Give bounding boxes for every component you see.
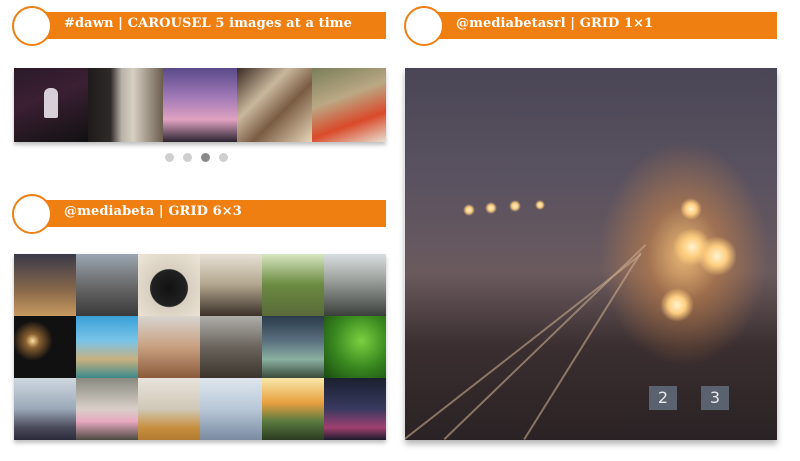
grid-image[interactable] <box>76 254 138 316</box>
lamp-light <box>680 198 702 220</box>
grid1-title: @mediabetasrl | GRID 1×1 <box>456 16 654 31</box>
grid-image[interactable] <box>262 254 324 316</box>
avatar[interactable] <box>404 6 444 46</box>
grid1-image[interactable]: 2 3 <box>405 68 777 440</box>
lamp-light <box>509 200 521 212</box>
grid-image[interactable] <box>138 378 200 440</box>
lamp-light <box>697 236 737 276</box>
grid-image[interactable] <box>14 378 76 440</box>
platform-sign: 2 <box>649 386 677 410</box>
carousel-image[interactable] <box>237 68 312 142</box>
grid-image[interactable] <box>262 378 324 440</box>
lamp-light <box>535 200 545 210</box>
grid-image[interactable] <box>200 254 262 316</box>
carousel-dot-2[interactable] <box>183 153 192 162</box>
carousel-image[interactable] <box>312 68 386 142</box>
grid6-gallery <box>14 254 386 440</box>
carousel-image[interactable] <box>14 68 88 142</box>
grid6-title: @mediabeta | GRID 6×3 <box>64 204 242 219</box>
carousel-dot-3[interactable] <box>201 153 210 162</box>
carousel-dot-1[interactable] <box>165 153 174 162</box>
carousel-title: #dawn | CAROUSEL 5 images at a time <box>64 16 352 31</box>
carousel-widget-header: #dawn | CAROUSEL 5 images at a time <box>12 0 386 48</box>
lamp-light <box>485 202 497 214</box>
grid6-widget-header: @mediabeta | GRID 6×3 <box>12 188 386 236</box>
grid-image[interactable] <box>14 254 76 316</box>
grid-image[interactable] <box>14 316 76 378</box>
carousel-image[interactable] <box>163 68 237 142</box>
grid-image[interactable] <box>76 316 138 378</box>
grid-image[interactable] <box>138 254 200 316</box>
grid-image[interactable] <box>324 378 386 440</box>
platform-sign: 3 <box>701 386 729 410</box>
grid-image[interactable] <box>324 316 386 378</box>
carousel-strip <box>14 68 386 142</box>
grid-image[interactable] <box>76 378 138 440</box>
carousel-pagination <box>165 153 228 162</box>
grid-image[interactable] <box>138 316 200 378</box>
track-rail <box>443 244 647 440</box>
avatar[interactable] <box>12 194 52 234</box>
grid-image[interactable] <box>200 378 262 440</box>
carousel-dot-4[interactable] <box>219 153 228 162</box>
grid1-widget-header: @mediabetasrl | GRID 1×1 <box>404 0 777 48</box>
avatar[interactable] <box>12 6 52 46</box>
grid-image[interactable] <box>324 254 386 316</box>
grid-image[interactable] <box>262 316 324 378</box>
lamp-light <box>660 288 694 322</box>
grid-image[interactable] <box>200 316 262 378</box>
lamp-light <box>463 204 475 216</box>
carousel-image[interactable] <box>88 68 163 142</box>
